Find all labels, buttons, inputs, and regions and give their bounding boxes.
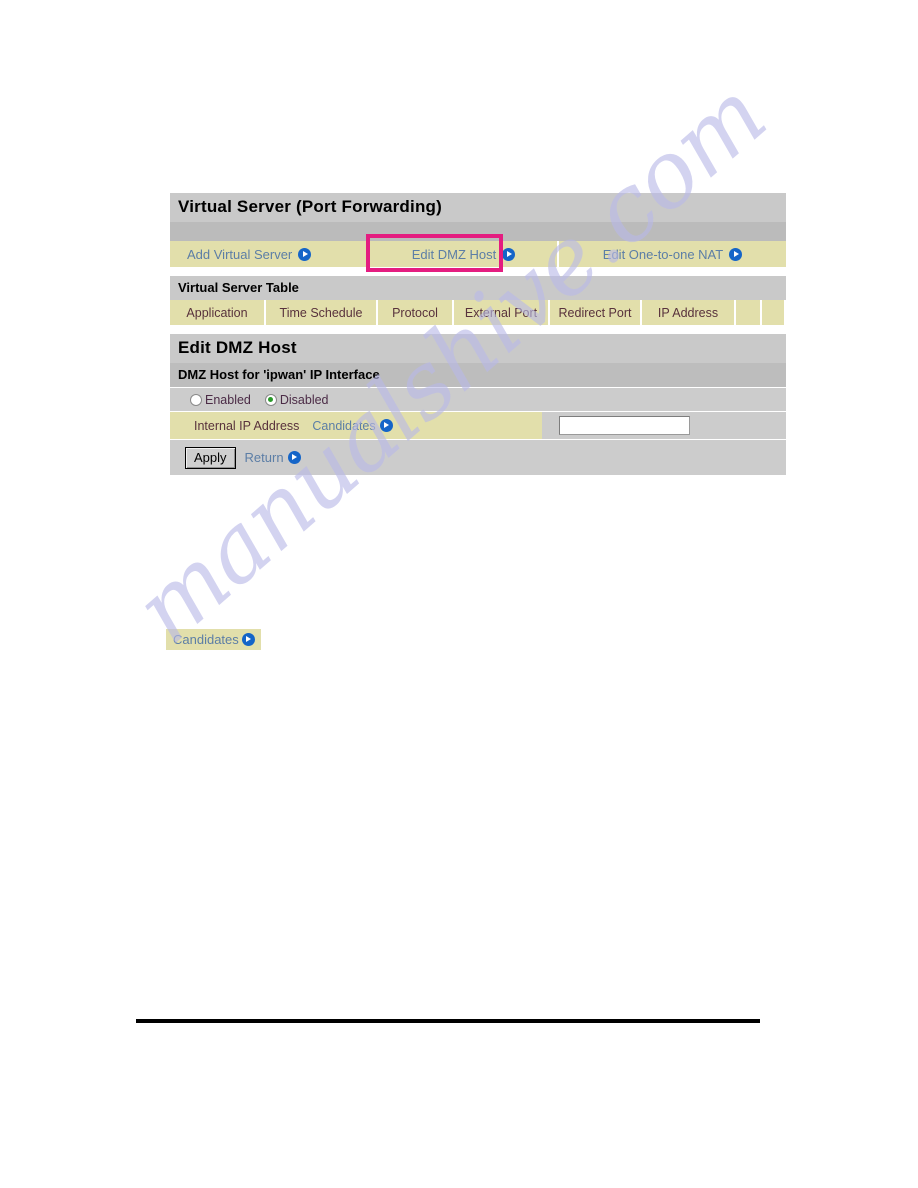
tab-edit-one-to-one-nat[interactable]: Edit One-to-one NAT — [557, 241, 786, 267]
radio-enabled-label: Enabled — [205, 392, 251, 407]
column-header-ip-address: IP Address — [642, 300, 736, 325]
virtual-server-table-title: Virtual Server Table — [170, 276, 786, 300]
internal-ip-input-cell — [542, 412, 786, 439]
play-arrow-icon — [298, 247, 312, 261]
footer-divider — [136, 1019, 760, 1023]
spacer — [170, 267, 786, 276]
column-header-protocol: Protocol — [378, 300, 454, 325]
play-arrow-icon — [379, 419, 393, 432]
column-header-application: Application — [170, 300, 266, 325]
radio-disabled[interactable] — [264, 393, 277, 406]
return-link[interactable]: Return — [245, 450, 284, 465]
column-header-time-schedule: Time Schedule — [266, 300, 378, 325]
tab-add-virtual-server[interactable]: Add Virtual Server — [170, 241, 370, 267]
candidates-link[interactable]: Candidates — [312, 419, 375, 433]
virtual-server-table-header: Application Time Schedule Protocol Exter… — [170, 300, 786, 325]
internal-ip-label-cell: Internal IP Address Candidates — [170, 412, 542, 439]
internal-ip-address-input[interactable] — [559, 416, 690, 435]
play-arrow-icon — [502, 247, 516, 261]
tab-add-virtual-server-label: Add Virtual Server — [187, 246, 293, 262]
tab-edit-one-to-one-nat-label: Edit One-to-one NAT — [602, 246, 724, 262]
play-arrow-icon — [729, 247, 743, 261]
internal-ip-address-row: Internal IP Address Candidates — [170, 411, 786, 439]
radio-enabled[interactable] — [190, 393, 202, 406]
edit-dmz-host-title: Edit DMZ Host — [170, 334, 786, 363]
virtual-server-panel: Virtual Server (Port Forwarding) Add Vir… — [170, 193, 786, 475]
apply-button[interactable]: Apply — [185, 446, 236, 469]
candidates-button[interactable]: Candidates — [166, 629, 261, 650]
internal-ip-address-label: Internal IP Address — [194, 418, 300, 433]
tab-edit-dmz-host-label: Edit DMZ Host — [411, 246, 497, 262]
radio-disabled-label: Disabled — [279, 392, 329, 407]
dmz-enable-radio-row: Enabled Disabled — [170, 387, 786, 411]
column-header-redirect-port: Redirect Port — [550, 300, 642, 325]
title-underbar — [170, 222, 786, 241]
candidates-button-label: Candidates — [173, 632, 239, 647]
column-header-blank-2 — [762, 300, 784, 325]
page-root: Virtual Server (Port Forwarding) Add Vir… — [0, 0, 918, 1188]
play-arrow-icon — [287, 451, 301, 464]
page-title: Virtual Server (Port Forwarding) — [170, 193, 786, 222]
play-arrow-icon — [241, 633, 255, 646]
column-header-external-port: External Port — [454, 300, 550, 325]
tab-strip: Add Virtual Server Edit DMZ Host Edit On… — [170, 234, 786, 272]
tab-edit-dmz-host[interactable]: Edit DMZ Host — [370, 241, 557, 267]
column-header-blank-1 — [736, 300, 762, 325]
spacer — [170, 325, 786, 334]
edit-dmz-host-subtitle: DMZ Host for 'ipwan' IP Interface — [170, 363, 786, 387]
dmz-action-row: Apply Return — [170, 439, 786, 475]
